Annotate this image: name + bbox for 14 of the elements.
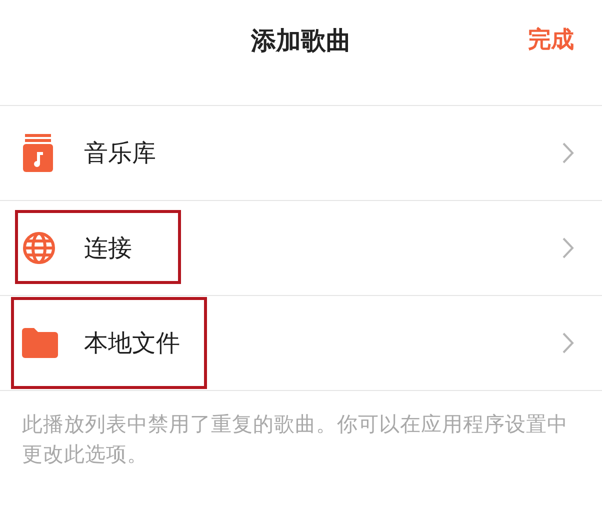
chevron-right-icon bbox=[562, 332, 574, 354]
globe-icon bbox=[22, 231, 56, 265]
list-item[interactable]: 音乐库 bbox=[0, 106, 602, 200]
list-item[interactable]: 连接 bbox=[0, 200, 602, 295]
folder-icon bbox=[22, 328, 58, 358]
screen-title: 添加歌曲 bbox=[251, 25, 351, 57]
chevron-right-icon bbox=[562, 142, 574, 164]
chevron-right-icon bbox=[562, 237, 574, 259]
item-label: 音乐库 bbox=[84, 138, 157, 169]
item-label: 本地文件 bbox=[84, 328, 181, 359]
list-item[interactable]: 本地文件 bbox=[0, 295, 602, 391]
music-library-icon bbox=[22, 134, 54, 172]
item-label: 连接 bbox=[84, 233, 133, 264]
footnote-text: 此播放列表中禁用了重复的歌曲。你可以在应用程序设置中更改此选项。 bbox=[22, 411, 569, 468]
